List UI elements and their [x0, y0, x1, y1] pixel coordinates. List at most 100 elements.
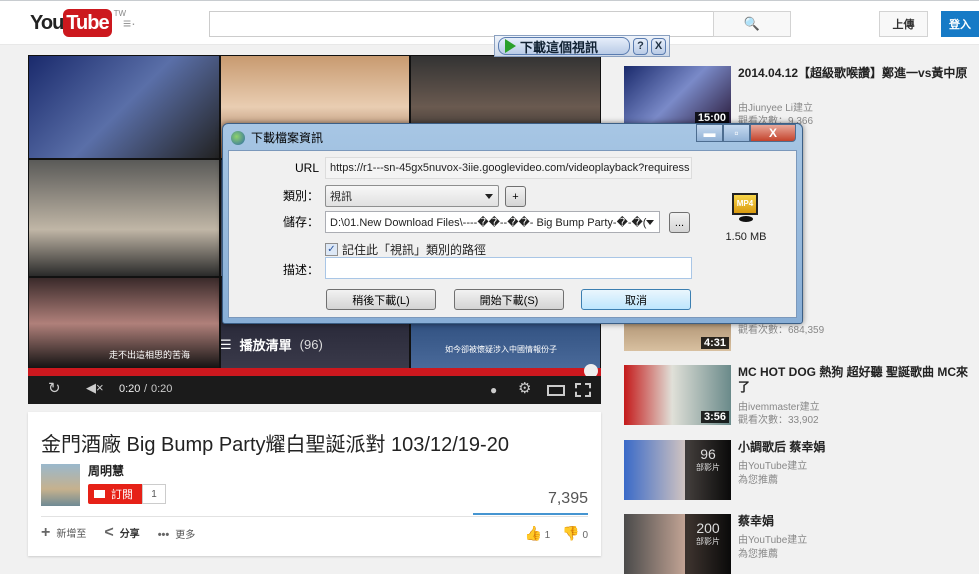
close-button[interactable]: X: [750, 124, 796, 142]
video-title: 金門酒廠 Big Bump Party耀白聖誕派對 103/12/19-20: [41, 434, 509, 456]
playlist-count: 96: [700, 446, 716, 462]
watch-later-icon[interactable]: ●: [490, 383, 497, 397]
playlist-count: 200: [696, 520, 720, 536]
playlist-overlay: 96 部影片: [685, 440, 731, 500]
time-separator: /: [141, 383, 151, 395]
player-controls: ↻ ◀× 0:20 / 0:20 ● ⚙: [28, 376, 601, 404]
remember-path-checkbox[interactable]: ✓ 記住此「視訊」類別的路徑: [325, 241, 486, 258]
related-title[interactable]: 小調歌后 蔡幸娟: [738, 440, 968, 455]
more-label: 更多: [175, 529, 196, 541]
url-label: URL: [294, 161, 319, 175]
related-views: 觀看次數：33,902: [738, 415, 819, 426]
cancel-button[interactable]: 取消: [581, 289, 691, 310]
start-download-button[interactable]: 開始下載(S): [454, 289, 564, 310]
channel-name[interactable]: 周明慧: [88, 462, 124, 479]
thumbnail[interactable]: 96 部影片: [624, 440, 731, 500]
mute-icon[interactable]: ◀×: [86, 380, 104, 396]
add-category-button[interactable]: +: [505, 186, 526, 207]
upload-button[interactable]: 上傳: [879, 11, 928, 37]
youtube-logo[interactable]: You Tube TW: [30, 9, 126, 37]
subtitle: 走不出這相思的苦海: [109, 350, 191, 360]
duration: 3:56: [700, 411, 729, 423]
logo-text: You: [30, 12, 64, 34]
thumbnail[interactable]: 3:56: [624, 365, 731, 425]
mp4-icon-stand: [739, 216, 753, 222]
progress-bar[interactable]: [28, 368, 601, 376]
close-panel-button[interactable]: X: [651, 37, 666, 55]
playlist-label: 部影片: [696, 463, 720, 472]
playlist-label: 部影片: [696, 537, 720, 546]
logo-text-tube: Tube: [63, 9, 112, 37]
playlist-count: (96): [299, 337, 323, 352]
plus-icon: +: [41, 524, 51, 541]
share-button[interactable]: < 分享: [104, 524, 139, 542]
subtitle: 如今卻被懷疑涉入中國情報份子: [445, 345, 557, 354]
dislike-button[interactable]: 👎 0: [562, 525, 588, 542]
guide-menu-icon[interactable]: ≡·: [123, 15, 136, 31]
related-title[interactable]: 蔡幸娟: [738, 514, 968, 529]
dislike-count: 0: [582, 530, 588, 541]
like-count: 1: [544, 530, 551, 541]
video-frame: 走不出這相思的苦海: [28, 277, 220, 370]
related-title[interactable]: MC HOT DOG 熱狗 超好聽 聖誕歌曲 MC來了: [738, 365, 968, 395]
url-field[interactable]: https://r1---sn-45gx5nuvox-3iie.googlevi…: [325, 157, 692, 179]
maximize-button[interactable]: ▫: [723, 124, 750, 142]
video-frame: [28, 55, 220, 159]
theater-mode-icon[interactable]: [547, 385, 565, 396]
play-arrow-icon: [505, 39, 516, 53]
add-to-button[interactable]: + 新增至: [41, 524, 86, 542]
thumbnail[interactable]: 15:00: [624, 66, 731, 126]
save-path-select[interactable]: D:\01.New Download Files\----��--��- Big…: [325, 211, 660, 233]
divider: [41, 516, 588, 517]
idm-globe-icon: [231, 130, 245, 145]
related-title[interactable]: 2014.04.12【超級歌喉讚】鄭進一vs黃中原: [738, 66, 968, 81]
browse-button[interactable]: ...: [669, 212, 690, 233]
thumbs-down-icon: 👎: [562, 525, 580, 541]
search-input[interactable]: [209, 11, 791, 37]
replay-icon[interactable]: ↻: [48, 379, 61, 397]
subscribe-label: 訂閱: [111, 489, 133, 501]
more-icon: •••: [157, 528, 170, 541]
like-button[interactable]: 👍 1: [524, 525, 550, 542]
dialog-body: URL https://r1---sn-45gx5nuvox-3iie.goog…: [228, 150, 797, 318]
save-path-value: D:\01.New Download Files\----��--��- Big…: [330, 216, 647, 229]
search-icon: 🔍: [743, 16, 761, 31]
chevron-down-icon: [485, 194, 493, 199]
like-ratio-bar: [473, 513, 588, 515]
playlist-label[interactable]: ☰ 播放清單 (96): [220, 335, 323, 354]
add-to-label: 新增至: [56, 529, 87, 540]
play-icon: [94, 490, 105, 498]
related-views: 為您推薦: [738, 549, 778, 560]
download-file-info-dialog: 下載檔案資訊 ▬ ▫ X URL https://r1---sn-45gx5nu…: [222, 123, 803, 324]
playlist-icon: ☰: [220, 336, 232, 352]
idm-download-panel: 下載這個視訊 ? X: [494, 35, 670, 57]
remember-label: 記住此「視訊」類別的路徑: [342, 243, 487, 257]
category-select[interactable]: 視訊: [325, 185, 499, 207]
share-icon: <: [104, 524, 114, 541]
time-total: 0:20: [151, 383, 173, 395]
description-input[interactable]: [325, 257, 692, 279]
masthead: You Tube TW ≡· 🔍 上傳 登入: [0, 0, 979, 45]
playlist-title: 播放清單: [239, 338, 292, 353]
download-video-button[interactable]: 下載這個視訊: [498, 37, 630, 55]
gear-icon[interactable]: ⚙: [518, 379, 531, 397]
category-label: 類別：: [282, 189, 319, 203]
thumbnail[interactable]: 200 部影片: [624, 514, 731, 574]
download-label: 下載這個視訊: [520, 39, 599, 55]
more-button[interactable]: ••• 更多: [158, 526, 196, 541]
related-channel: 由YouTube建立: [738, 535, 808, 546]
checkbox-checked-icon: ✓: [325, 243, 338, 256]
channel-avatar[interactable]: [41, 464, 80, 506]
fullscreen-icon[interactable]: [575, 383, 591, 397]
search-button[interactable]: 🔍: [713, 11, 791, 37]
description-label: 描述：: [282, 263, 319, 277]
thumbs-up-icon: 👍: [524, 525, 542, 541]
help-button[interactable]: ?: [633, 37, 648, 55]
dialog-title: 下載檔案資訊: [251, 131, 324, 145]
signin-button[interactable]: 登入: [941, 11, 979, 37]
minimize-button[interactable]: ▬: [696, 124, 723, 142]
playlist-overlay: 200 部影片: [685, 514, 731, 574]
mp4-file-icon: MP4: [732, 193, 758, 215]
subscribe-button[interactable]: 訂閱: [88, 484, 142, 504]
download-later-button[interactable]: 稍後下載(L): [326, 289, 436, 310]
